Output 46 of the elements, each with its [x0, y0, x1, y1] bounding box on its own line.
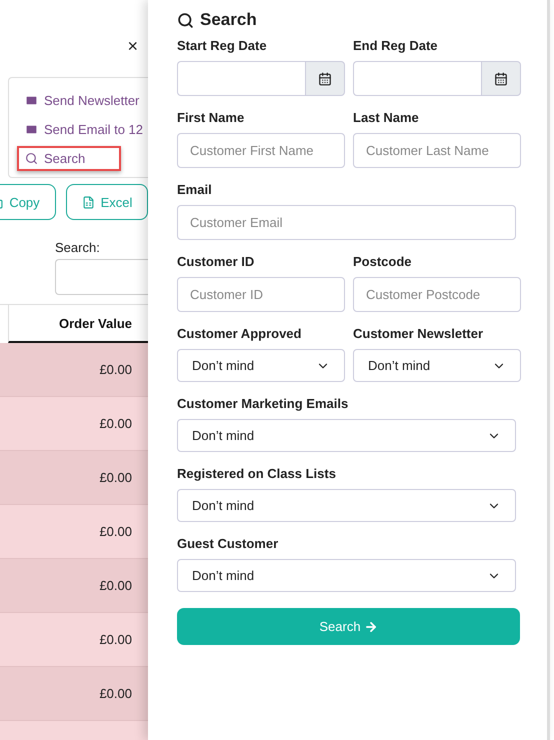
- table-cell: £0.00: [99, 524, 132, 539]
- menu-item[interactable]: Send Newsletter: [17, 88, 148, 113]
- field-label: First Name: [177, 110, 246, 125]
- panel-title: Search: [200, 10, 257, 30]
- field-label: Registered on Class Lists: [177, 466, 337, 481]
- table-cell: £0.00: [99, 416, 132, 431]
- field-label: End Reg Date: [353, 38, 439, 53]
- select-field[interactable]: Don’t mind: [177, 559, 516, 592]
- select-field[interactable]: Don’t mind: [177, 349, 345, 382]
- field-label: Start Reg Date: [177, 38, 268, 53]
- select-field[interactable]: Don’t mind: [177, 419, 516, 452]
- field-label: Email: [177, 182, 213, 197]
- field-label: Customer Newsletter: [353, 326, 484, 341]
- field-label: Postcode: [353, 254, 413, 269]
- field-label: Last Name: [353, 110, 420, 125]
- field-label: Customer Marketing Emails: [177, 396, 350, 411]
- close-icon[interactable]: ×: [127, 36, 138, 57]
- field-label: Customer ID: [177, 254, 256, 269]
- search-icon: [177, 12, 194, 28]
- table-cell: £0.00: [99, 578, 132, 593]
- input-field[interactable]: Customer Last Name: [353, 133, 521, 168]
- spreadsheet-icon: [82, 196, 95, 208]
- input-field[interactable]: Customer Email: [177, 205, 516, 240]
- column-header: Order Value: [59, 316, 132, 330]
- table-cell: £0.00: [99, 362, 132, 377]
- menu-item[interactable]: Search: [17, 146, 121, 171]
- search-label: Search:: [55, 240, 101, 255]
- envelope-icon: [25, 123, 38, 136]
- input-field[interactable]: Customer ID: [177, 277, 345, 312]
- calendar-icon[interactable]: [481, 61, 521, 96]
- input-field[interactable]: Customer First Name: [177, 133, 345, 168]
- input-field[interactable]: Customer Postcode: [353, 277, 521, 312]
- table-cell: £0.00: [99, 686, 132, 701]
- select-field[interactable]: Don’t mind: [353, 349, 521, 382]
- envelope-icon: [25, 94, 38, 107]
- field-label: Customer Approved: [177, 326, 302, 341]
- search-field[interactable]: [55, 259, 148, 295]
- calendar-icon[interactable]: [305, 61, 345, 96]
- table-cell: £0.00: [99, 470, 132, 485]
- menu-item[interactable]: Send Email to 12: [17, 117, 152, 142]
- field-label: Guest Customer: [177, 536, 280, 551]
- date-field[interactable]: [177, 61, 305, 96]
- search-icon: [25, 152, 38, 165]
- date-field[interactable]: [353, 61, 481, 96]
- select-field[interactable]: Don’t mind: [177, 489, 516, 522]
- table-cell: £0.00: [99, 632, 132, 647]
